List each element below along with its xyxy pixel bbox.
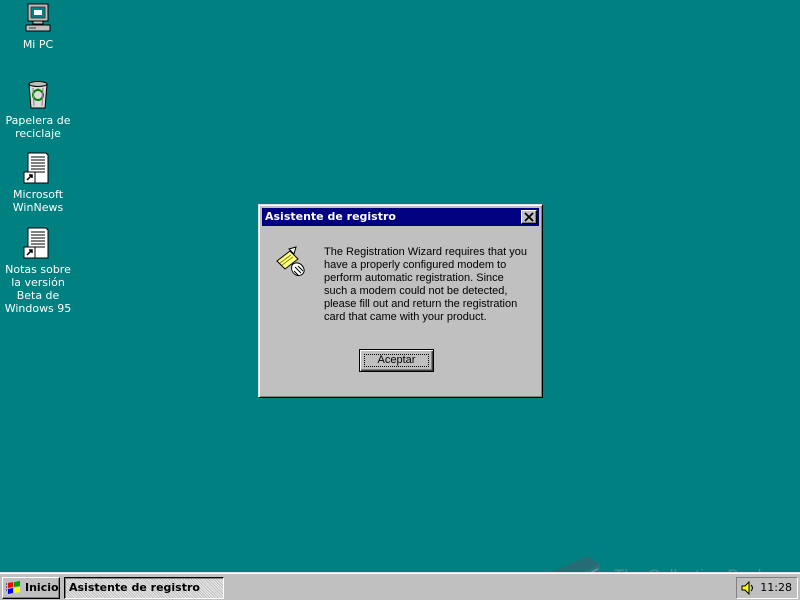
desktop-icon-winnews[interactable]: Microsoft WinNews: [0, 152, 76, 214]
desktop-icon-label: Papelera de reciclaje: [5, 114, 71, 140]
system-tray: 11:28: [736, 577, 798, 599]
recycle-bin-icon: [22, 78, 54, 110]
speaker-icon[interactable]: [741, 581, 755, 595]
desktop-icon-label: Microsoft WinNews: [12, 188, 64, 214]
taskbar-button-registration[interactable]: Asistente de registro: [64, 577, 224, 599]
registration-dialog: Asistente de registro The Registration W…: [258, 204, 543, 398]
document-shortcut-icon: [22, 227, 54, 259]
desktop-icon-beta-notes[interactable]: Notas sobre la versión Beta de Windows 9…: [0, 227, 76, 315]
close-button[interactable]: [521, 210, 537, 224]
desktop-icon-recycle-bin[interactable]: Papelera de reciclaje: [0, 78, 76, 140]
ok-button-label: Aceptar: [377, 354, 416, 366]
windows-logo-icon: [6, 581, 20, 594]
taskbar: Inicio Asistente de registro 11:28: [0, 572, 800, 600]
document-shortcut-icon: [22, 152, 54, 184]
start-button-label: Inicio: [25, 581, 59, 594]
desktop-icon-label: Notas sobre la versión Beta de Windows 9…: [4, 263, 72, 315]
desktop-icon-my-computer[interactable]: Mi PC: [0, 2, 76, 51]
dialog-message: The Registration Wizard requires that yo…: [324, 246, 527, 323]
taskbar-button-label: Asistente de registro: [69, 581, 200, 594]
clock[interactable]: 11:28: [760, 581, 792, 595]
my-computer-icon: [22, 2, 54, 34]
registration-wizard-icon: [274, 245, 308, 279]
desktop-icon-label: Mi PC: [22, 38, 54, 51]
dialog-titlebar[interactable]: Asistente de registro: [262, 208, 539, 226]
ok-button[interactable]: Aceptar: [359, 349, 434, 372]
close-icon: [524, 212, 534, 222]
start-button[interactable]: Inicio: [2, 577, 60, 599]
dialog-title: Asistente de registro: [265, 210, 396, 223]
